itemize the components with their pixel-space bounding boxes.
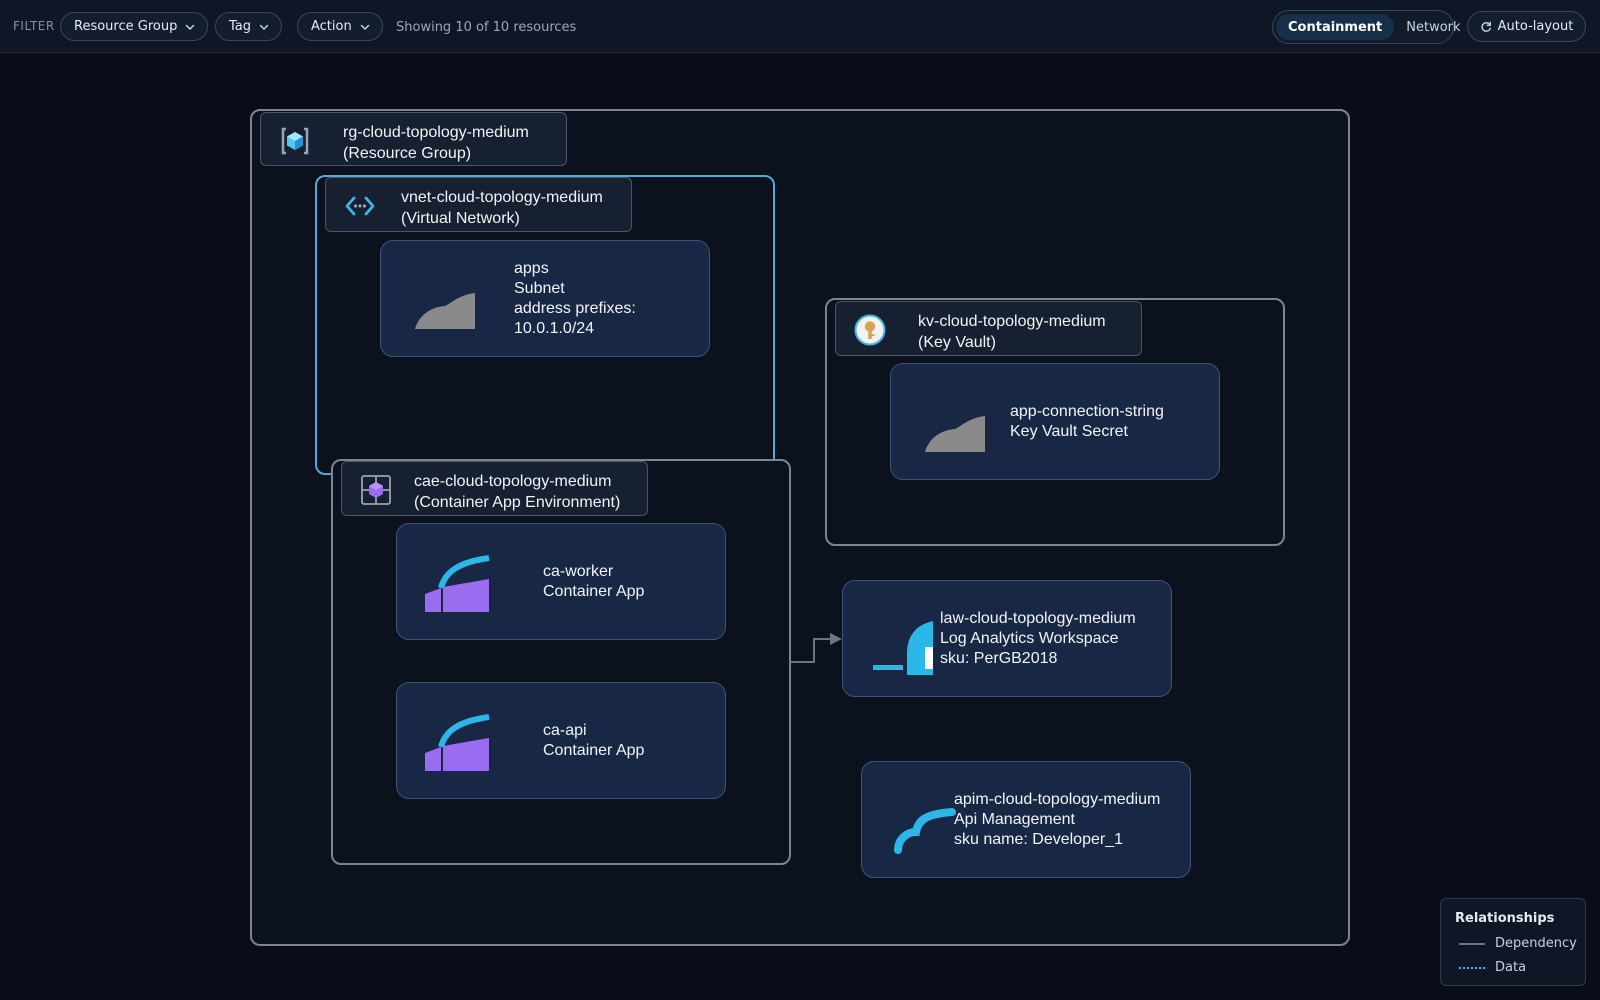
resource-group-filter-dropdown[interactable]: Resource Group (60, 12, 209, 41)
container-app-environment-name: cae-cloud-topology-medium (414, 473, 612, 490)
legend-data-label: Data (1495, 960, 1527, 975)
virtual-network-icon (345, 196, 375, 216)
virtual-network-type: (Virtual Network) (401, 210, 520, 227)
resource-group-type: (Resource Group) (343, 145, 472, 162)
container-app-environment-container[interactable] (331, 459, 791, 865)
legend-dependency-label: Dependency (1495, 936, 1577, 951)
action-filter-dropdown[interactable]: Action (297, 12, 383, 41)
virtual-network-name: vnet-cloud-topology-medium (401, 189, 603, 206)
view-mode-toggle: Containment Network (1272, 10, 1461, 44)
container-app-environment-icon (361, 475, 391, 505)
secret-type: Key Vault Secret (1010, 422, 1128, 440)
topology-canvas[interactable]: rg-cloud-topology-medium (Resource Group… (0, 53, 1600, 1000)
container-app-icon (425, 714, 490, 771)
api-management-icon (894, 808, 956, 854)
subnet-node[interactable]: apps Subnet address prefixes: 10.0.1.0/2… (380, 240, 710, 357)
resource-group-filter-label: Resource Group (74, 19, 178, 34)
key-vault-icon (854, 314, 886, 346)
key-vault-type: (Key Vault) (918, 334, 996, 351)
api-type: Container App (543, 741, 645, 759)
filter-toolbar: FILTER Resource Group Tag Action Showing… (0, 0, 1600, 53)
worker-name: ca-worker (543, 562, 614, 580)
key-vault-header[interactable]: kv-cloud-topology-medium (Key Vault) (835, 301, 1142, 356)
refresh-icon (1481, 21, 1491, 32)
resource-group-icon (281, 127, 309, 155)
container-app-api-node[interactable]: ca-api Container App (396, 682, 726, 799)
key-vault-secret-icon (925, 416, 985, 452)
chevron-down-icon (360, 24, 369, 30)
api-management-type: Api Management (954, 810, 1075, 828)
auto-layout-button[interactable]: Auto-layout (1467, 11, 1586, 42)
chevron-down-icon (259, 24, 269, 30)
tab-containment[interactable]: Containment (1276, 14, 1395, 40)
tab-network[interactable]: Network (1394, 14, 1472, 40)
api-name: ca-api (543, 721, 587, 739)
subnet-address-label: address prefixes: (514, 299, 636, 317)
subnet-name: apps (514, 259, 549, 277)
container-app-icon (425, 555, 490, 612)
filter-label: FILTER (13, 19, 55, 33)
log-analytics-workspace-node[interactable]: law-cloud-topology-medium Log Analytics … (842, 580, 1172, 697)
api-management-node[interactable]: apim-cloud-topology-medium Api Managemen… (861, 761, 1191, 878)
resource-group-name: rg-cloud-topology-medium (343, 124, 529, 141)
api-management-sku: sku name: Developer_1 (954, 830, 1123, 848)
api-management-name: apim-cloud-topology-medium (954, 790, 1161, 808)
action-filter-label: Action (311, 19, 352, 34)
subnet-address-value: 10.0.1.0/24 (514, 319, 595, 337)
key-vault-secret-node[interactable]: app-connection-string Key Vault Secret (890, 363, 1220, 480)
container-app-worker-node[interactable]: ca-worker Container App (396, 523, 726, 640)
key-vault-name: kv-cloud-topology-medium (918, 313, 1106, 330)
log-analytics-type: Log Analytics Workspace (940, 629, 1119, 647)
relationships-legend: Relationships Dependency Data (1440, 898, 1586, 986)
legend-item-dependency: Dependency (1459, 936, 1577, 951)
log-analytics-sku: sku: PerGB2018 (940, 649, 1058, 667)
log-analytics-icon (873, 621, 933, 675)
legend-title: Relationships (1455, 911, 1555, 926)
auto-layout-label: Auto-layout (1497, 19, 1574, 34)
worker-type: Container App (543, 582, 645, 600)
resource-group-header[interactable]: rg-cloud-topology-medium (Resource Group… (260, 112, 567, 166)
legend-item-data: Data (1459, 960, 1526, 975)
resource-count-text: Showing 10 of 10 resources (396, 20, 577, 35)
container-app-environment-type: (Container App Environment) (414, 494, 621, 511)
secret-name: app-connection-string (1010, 402, 1164, 420)
container-app-environment-header[interactable]: cae-cloud-topology-medium (Container App… (341, 461, 648, 516)
log-analytics-name: law-cloud-topology-medium (940, 609, 1136, 627)
tag-filter-label: Tag (229, 19, 252, 34)
virtual-network-header[interactable]: vnet-cloud-topology-medium (Virtual Netw… (325, 177, 632, 232)
subnet-icon (415, 293, 475, 329)
dependency-edge[interactable] (788, 627, 844, 667)
chevron-down-icon (186, 24, 195, 30)
solid-line-swatch (1459, 942, 1485, 945)
subnet-type: Subnet (514, 279, 565, 297)
dotted-line-swatch (1459, 966, 1485, 969)
tag-filter-dropdown[interactable]: Tag (215, 12, 283, 41)
